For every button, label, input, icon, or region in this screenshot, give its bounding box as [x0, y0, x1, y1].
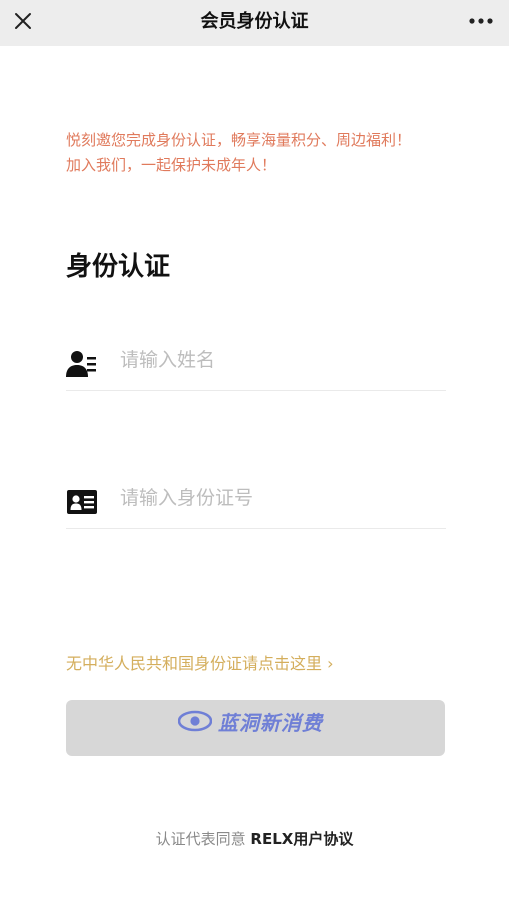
name-input[interactable] [120, 342, 440, 378]
id-field-row [66, 468, 446, 529]
watermark: 蓝洞新消费 [178, 706, 338, 736]
name-field-row [66, 330, 446, 391]
eye-logo-icon [178, 710, 212, 732]
agreement-text: 认证代表同意 RELX用户协议 [0, 828, 509, 849]
watermark-text: 蓝洞新消费 [218, 710, 323, 735]
promo-notice: 悦刻邀您完成身份认证，畅享海量积分、周边福利！ 加入我们，一起保护未成年人！ [66, 128, 466, 178]
id-card-icon [67, 490, 97, 514]
promo-notice-line-2: 加入我们，一起保护未成年人！ [66, 156, 277, 174]
user-list-icon [66, 351, 96, 377]
page-title: 会员身份认证 [200, 11, 309, 32]
top-nav-bar: 会员身份认证 [0, 0, 509, 46]
more-options-button[interactable] [463, 6, 499, 36]
user-agreement-link[interactable]: RELX用户协议 [250, 830, 353, 848]
id-number-input[interactable] [120, 480, 440, 516]
agreement-prefix: 认证代表同意 [155, 830, 251, 848]
promo-notice-line-1: 悦刻邀您完成身份认证，畅享海量积分、周边福利！ [66, 131, 412, 149]
no-id-card-link[interactable]: 无中华人民共和国身份证请点击这里 › [66, 650, 334, 674]
section-title: 身份认证 [66, 252, 171, 282]
more-dots-icon [469, 18, 493, 24]
